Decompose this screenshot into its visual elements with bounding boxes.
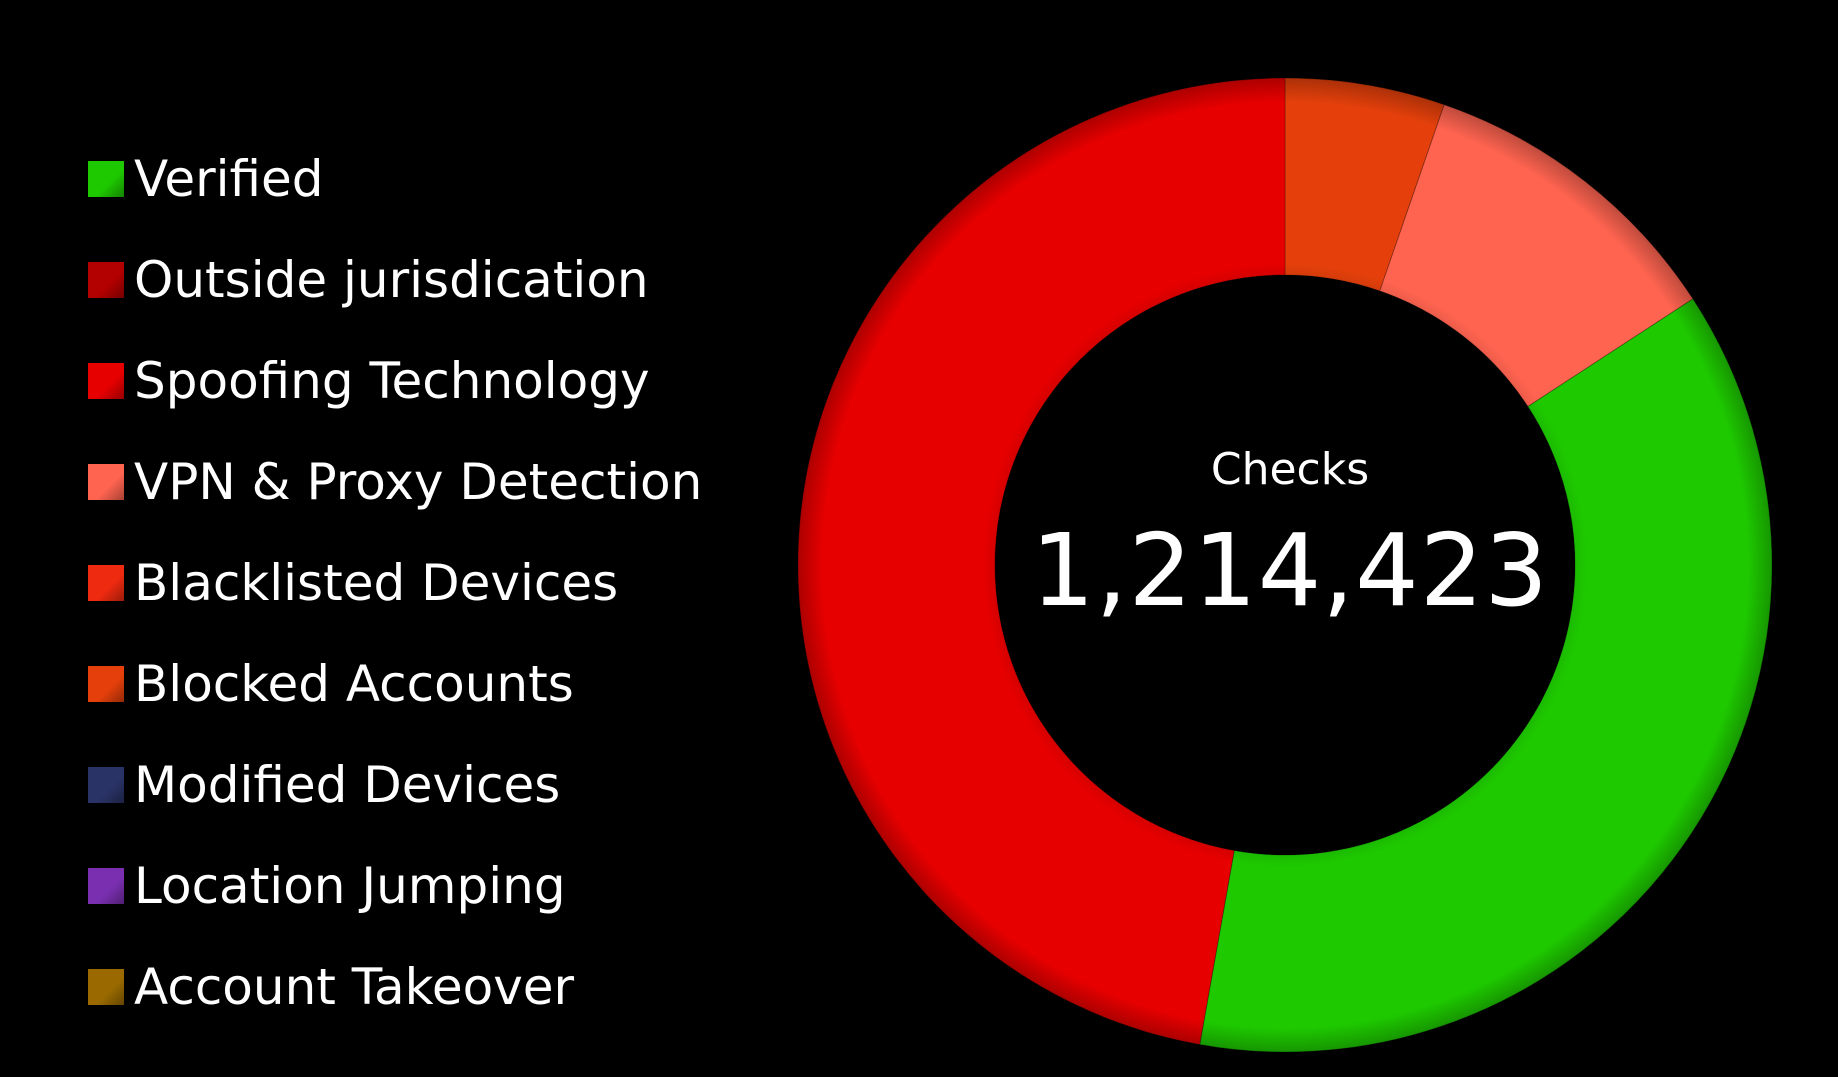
legend-item: Account Takeover — [88, 936, 702, 1037]
legend-swatch — [88, 766, 124, 803]
legend-label: Location Jumping — [134, 856, 566, 915]
legend-item: Modified Devices — [88, 734, 702, 835]
chart-legend: Verified Outside jurisdication Spoofing Te… — [88, 128, 702, 1037]
center-value: 1,214,423 — [1031, 512, 1549, 629]
legend-item: Blacklisted Devices — [88, 532, 702, 633]
center-label: Checks — [1210, 444, 1370, 495]
legend-item: Outside jurisdication — [88, 229, 702, 330]
legend-item: Blocked Accounts — [88, 633, 702, 734]
legend-label: Outside jurisdication — [134, 250, 649, 309]
legend-swatch — [88, 463, 124, 500]
legend-swatch — [88, 867, 124, 904]
legend-swatch — [88, 160, 124, 197]
legend-swatch — [88, 665, 124, 702]
legend-label: VPN & Proxy Detection — [134, 452, 703, 511]
legend-label: Blacklisted Devices — [134, 553, 619, 612]
legend-label: Modified Devices — [134, 755, 561, 814]
legend-label: Verified — [134, 149, 324, 208]
legend-item: Spoofing Technology — [88, 330, 702, 431]
legend-label: Spoofing Technology — [134, 351, 650, 410]
legend-label: Account Takeover — [134, 957, 575, 1016]
legend-item: Verified — [88, 128, 702, 229]
donut-chart: Checks 1,214,423 — [780, 60, 1800, 1060]
legend-swatch — [88, 261, 124, 298]
legend-item: Location Jumping — [88, 835, 702, 936]
legend-label: Blocked Accounts — [134, 654, 574, 713]
legend-item: VPN & Proxy Detection — [88, 431, 702, 532]
legend-swatch — [88, 968, 124, 1005]
legend-swatch — [88, 564, 124, 601]
legend-swatch — [88, 362, 124, 399]
